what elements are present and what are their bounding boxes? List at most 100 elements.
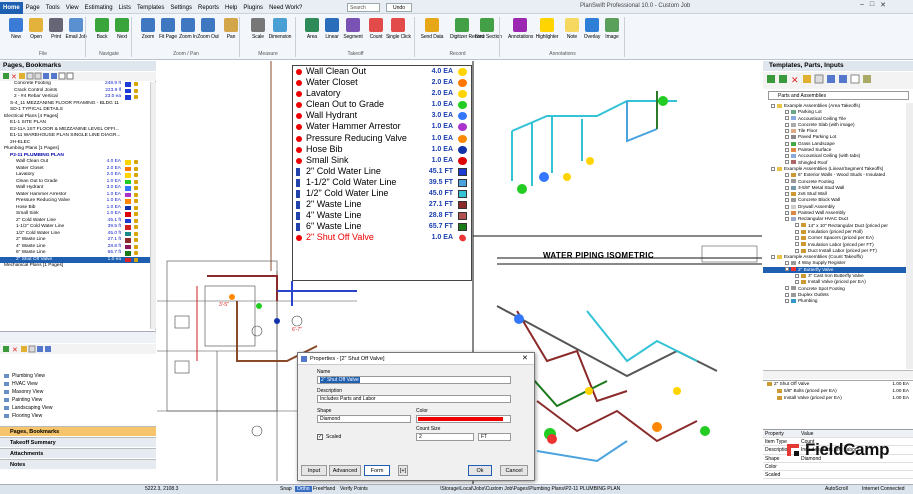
color-swatch[interactable]: [125, 212, 131, 217]
color-swatch[interactable]: [125, 173, 131, 178]
visibility-icon[interactable]: [134, 199, 138, 203]
ribbon-image-button[interactable]: Image: [600, 18, 624, 40]
menu-view[interactable]: View: [63, 2, 82, 14]
color-swatch[interactable]: [125, 88, 131, 93]
views-toolbar-icons[interactable]: ✕: [0, 344, 156, 354]
templates-tree[interactable]: Example Assemblies (Area Takeoffs) Parkin…: [763, 103, 913, 369]
color-swatch[interactable]: [125, 205, 131, 210]
expand-icon[interactable]: [785, 217, 789, 222]
description-field[interactable]: Includes Parts and Labor: [317, 395, 511, 403]
accordion-notes[interactable]: Notes: [0, 459, 156, 469]
visibility-icon[interactable]: [134, 218, 138, 223]
expand-icon[interactable]: [795, 223, 799, 228]
visibility-icon[interactable]: [134, 225, 138, 229]
expand-icon[interactable]: [771, 254, 775, 259]
views-list[interactable]: Plumbing View HVAC View Masonry View Painti…: [0, 372, 156, 424]
menu-settings[interactable]: Settings: [167, 2, 195, 14]
ribbon-annotations-button[interactable]: Annotations: [508, 18, 533, 40]
color-swatch[interactable]: [125, 199, 131, 204]
expand-icon[interactable]: [795, 273, 799, 278]
ribbon-dimension-button[interactable]: Dimension: [268, 18, 292, 40]
visibility-icon[interactable]: [134, 166, 138, 171]
menu-home[interactable]: Home: [0, 2, 23, 14]
visibility-icon[interactable]: [134, 192, 138, 197]
ribbon-new-section-button[interactable]: New Section: [475, 18, 502, 40]
search-input[interactable]: Search: [347, 3, 380, 12]
color-swatch[interactable]: [125, 251, 131, 256]
maximize-icon[interactable]: □: [870, 1, 874, 9]
color-swatch[interactable]: [125, 179, 131, 184]
menu-plugins[interactable]: Plugins: [240, 2, 266, 14]
menu-help[interactable]: Help: [222, 2, 240, 14]
color-swatch[interactable]: [125, 257, 131, 262]
color-swatch[interactable]: [125, 192, 131, 197]
ortho-toggle[interactable]: Ortho: [295, 486, 312, 492]
scaled-checkbox[interactable]: ✓: [317, 434, 323, 440]
expand-icon[interactable]: [785, 185, 789, 190]
template-item[interactable]: Plumbing: [763, 298, 913, 304]
ribbon-send-data-button[interactable]: Send Data: [420, 18, 444, 40]
color-select[interactable]: [416, 415, 511, 423]
part-item[interactable]: Install Valve (priced per EA) 1.00 EA: [763, 395, 913, 402]
shape-select[interactable]: Diamond: [317, 415, 411, 423]
count-unit-select[interactable]: FT: [478, 433, 511, 441]
visibility-icon[interactable]: [134, 179, 138, 184]
accordion-takeoff-summary[interactable]: Takeoff Summary: [0, 437, 156, 447]
visibility-icon[interactable]: [134, 205, 138, 210]
expand-icon[interactable]: [785, 298, 789, 303]
ribbon-count-button[interactable]: Count: [364, 18, 388, 40]
accordion-attachments[interactable]: Attachments: [0, 448, 156, 458]
tree-scrollbar[interactable]: [150, 82, 156, 329]
view-item[interactable]: Flooring View: [0, 412, 156, 420]
ribbon-zoom-out-button[interactable]: Zoom Out: [196, 18, 220, 40]
color-swatch[interactable]: [125, 225, 131, 230]
cancel-button[interactable]: Cancel: [500, 465, 528, 476]
menu-reports[interactable]: Reports: [195, 2, 222, 14]
expand-icon[interactable]: [785, 173, 789, 178]
ribbon-scale-button[interactable]: Scale: [246, 18, 270, 40]
expand-icon[interactable]: [785, 154, 789, 159]
undo-button[interactable]: Undo: [386, 3, 412, 12]
expand-icon[interactable]: [795, 242, 799, 247]
view-item[interactable]: HVAC View: [0, 380, 156, 388]
color-swatch[interactable]: [125, 160, 131, 165]
pages-tree[interactable]: Concrete Footing 249.9 ft Crack Control Jo…: [0, 81, 156, 330]
expand-icon[interactable]: [785, 110, 789, 115]
color-swatch[interactable]: [125, 231, 131, 236]
tree-item[interactable]: Mechanical Plans [1 Pages]: [0, 263, 155, 270]
form-pin-button[interactable]: [+]: [398, 465, 408, 476]
expand-icon[interactable]: [785, 204, 789, 209]
visibility-icon[interactable]: [134, 212, 138, 216]
expand-icon[interactable]: [785, 122, 789, 127]
expand-icon[interactable]: [795, 280, 799, 285]
view-item[interactable]: Plumbing View: [0, 372, 156, 380]
ribbon-highlighter-button[interactable]: Highlighter: [535, 18, 559, 40]
tab-advanced[interactable]: Advanced: [329, 465, 361, 476]
visibility-icon[interactable]: [134, 173, 138, 177]
part-item[interactable]: 2" Shut Off Valve 1.00 EA: [763, 381, 913, 388]
accordion-pages-bookmarks[interactable]: Pages, Bookmarks: [0, 426, 156, 436]
expand-icon[interactable]: [795, 229, 799, 234]
visibility-icon[interactable]: [134, 88, 138, 93]
count-size-field[interactable]: 2: [416, 433, 474, 441]
templates-combo[interactable]: Parts and Assemblies: [768, 91, 909, 100]
expand-icon[interactable]: [785, 128, 789, 133]
visibility-icon[interactable]: [134, 82, 138, 86]
ok-button[interactable]: Ok: [468, 465, 492, 476]
expand-icon[interactable]: [785, 147, 789, 152]
expand-icon[interactable]: [785, 267, 789, 272]
color-swatch[interactable]: [125, 218, 131, 223]
expand-icon[interactable]: [785, 135, 789, 140]
visibility-icon[interactable]: [134, 231, 138, 236]
view-item[interactable]: Masonry View: [0, 388, 156, 396]
property-row[interactable]: Color: [763, 463, 913, 471]
visibility-icon[interactable]: [134, 95, 138, 99]
visibility-icon[interactable]: [134, 244, 138, 249]
menu-page[interactable]: Page: [23, 2, 43, 14]
expand-icon[interactable]: [785, 261, 789, 266]
menu-need-work-[interactable]: Need Work?: [266, 2, 305, 14]
expand-icon[interactable]: [795, 248, 799, 253]
expand-icon[interactable]: [795, 236, 799, 240]
property-row[interactable]: Scaled: [763, 471, 913, 480]
fixture-markers-lower[interactable]: [514, 314, 710, 444]
